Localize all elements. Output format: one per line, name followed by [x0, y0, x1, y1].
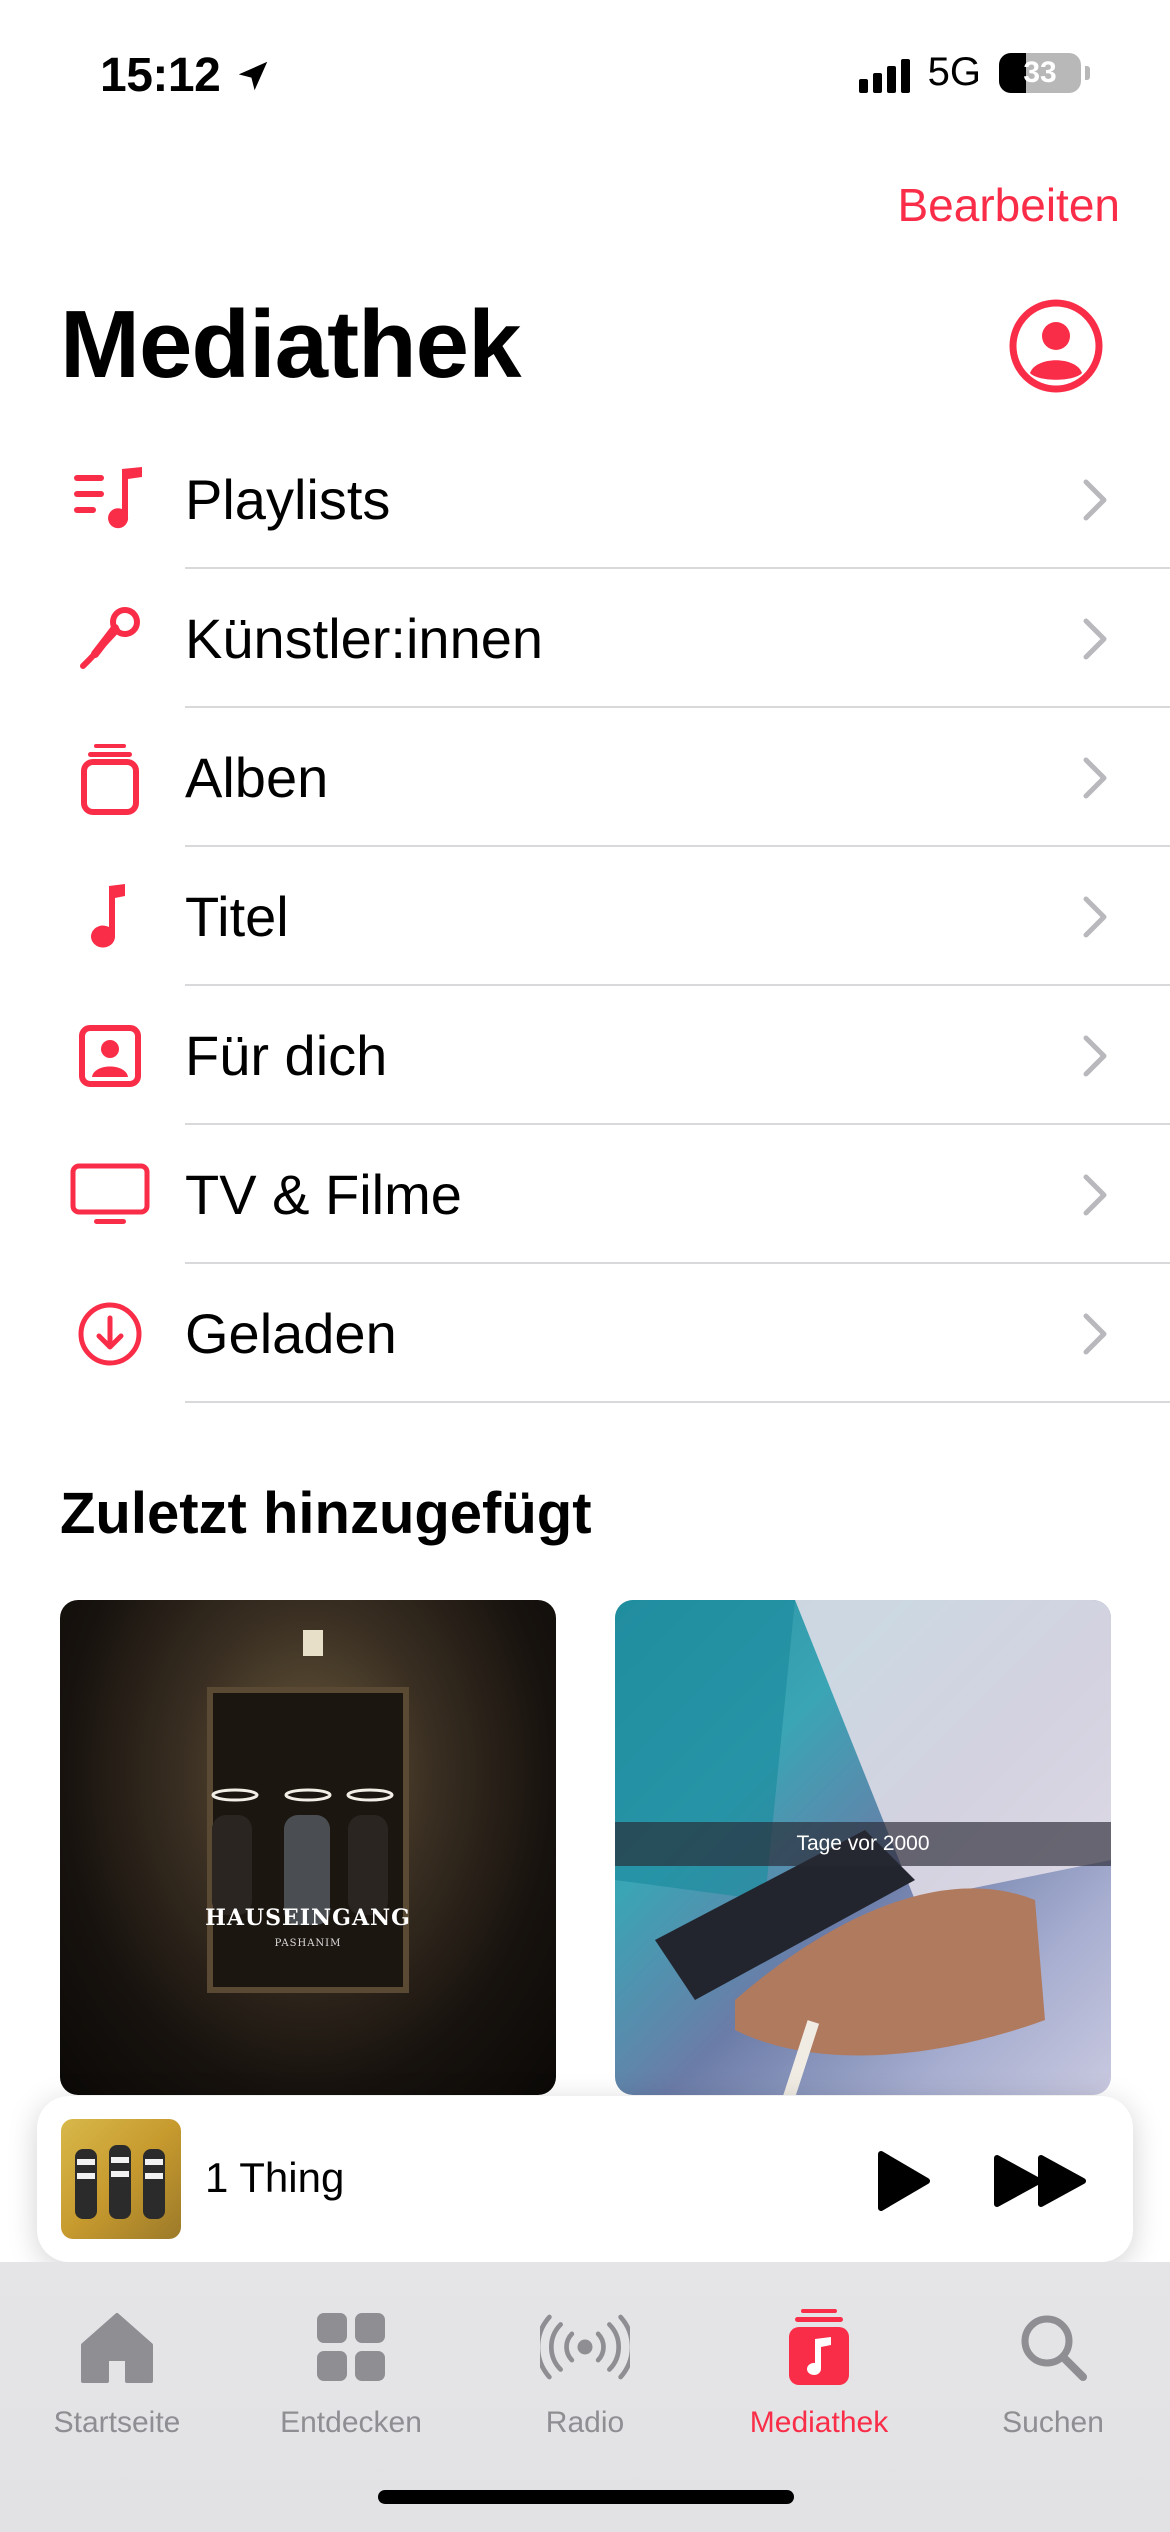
fast-forward-icon[interactable] [987, 2136, 1097, 2226]
tab-label: Radio [545, 2406, 625, 2439]
chevron-right-icon [1083, 618, 1107, 659]
person-square-icon [70, 1016, 150, 1096]
tab-label: Mediathek [749, 2406, 889, 2439]
album-cover-subtitle: PASHANIM [274, 1938, 342, 1949]
clock-text: 15:12 [100, 49, 221, 102]
status-indicators: 5G 33 [858, 50, 1090, 95]
tab-mediathek[interactable]: Mediathek [702, 2302, 936, 2440]
play-icon[interactable] [857, 2136, 947, 2226]
chevron-right-icon [1083, 896, 1107, 937]
tab-entdecken[interactable]: Entdecken [234, 2302, 468, 2440]
album-cover-tage-vor-2000[interactable]: Tage vor 2000 [615, 1600, 1111, 2095]
library-item-downloaded[interactable]: Geladen [0, 1264, 1170, 1403]
download-circle-icon [70, 1294, 150, 1374]
divider [185, 1401, 1170, 1403]
status-time: 15:12 [100, 48, 272, 103]
library-item-playlists[interactable]: Playlists [0, 430, 1170, 569]
mini-player[interactable]: 1 Thing [37, 2096, 1133, 2262]
battery-level: 33 [1023, 55, 1057, 89]
cellular-signal-icon [858, 53, 910, 93]
library-item-for-you[interactable]: Für dich [0, 986, 1170, 1125]
chevron-right-icon [1083, 479, 1107, 520]
library-item-tv-movies[interactable]: TV & Filme [0, 1125, 1170, 1264]
section-title-recently-added: Zuletzt hinzugefügt [60, 1481, 592, 1546]
tab-suchen[interactable]: Suchen [936, 2302, 1170, 2440]
page-title: Mediathek [60, 291, 521, 398]
network-type: 5G [927, 50, 981, 94]
tab-startseite[interactable]: Startseite [0, 2302, 234, 2440]
album-cover-band: Tage vor 2000 [615, 1822, 1111, 1866]
library-item-label: Für dich [185, 1024, 388, 1087]
library-item-label: Alben [185, 746, 329, 809]
home-indicator[interactable] [378, 2490, 794, 2504]
profile-icon[interactable] [1008, 298, 1104, 394]
location-arrow-icon [239, 61, 268, 90]
tab-label: Entdecken [280, 2406, 422, 2439]
microphone-icon [70, 599, 150, 679]
tab-label: Suchen [1002, 2406, 1104, 2439]
library-list: Playlists Künstler:innen Alben Titel Für… [0, 430, 1170, 1403]
playlist-icon [70, 460, 150, 540]
tv-icon [70, 1155, 150, 1235]
album-artwork [207, 1630, 409, 1993]
library-item-label: Playlists [185, 468, 391, 531]
mini-player-track-title: 1 Thing [205, 2154, 345, 2201]
battery-tip [1085, 65, 1090, 80]
chevron-right-icon [1083, 757, 1107, 798]
tab-label: Startseite [53, 2406, 181, 2439]
library-item-label: Künstler:innen [185, 607, 544, 670]
grid-icon [306, 2302, 396, 2392]
status-bar: 15:12 5G 33 [0, 0, 1170, 150]
chevron-right-icon [1083, 1313, 1107, 1354]
tab-radio[interactable]: Radio [468, 2302, 702, 2440]
library-icon [774, 2302, 864, 2392]
library-item-artists[interactable]: Künstler:innen [0, 569, 1170, 708]
library-item-albums[interactable]: Alben [0, 708, 1170, 847]
chevron-right-icon [1083, 1174, 1107, 1215]
home-icon [72, 2302, 162, 2392]
album-cover-title: HAUSEINGANG [205, 1905, 411, 1931]
chevron-right-icon [1083, 1035, 1107, 1076]
edit-button[interactable]: Bearbeiten [898, 178, 1121, 232]
search-icon [1008, 2302, 1098, 2392]
album-stack-icon [70, 738, 150, 818]
album-cover-hauseingang[interactable]: HAUSEINGANG PASHANIM [60, 1600, 556, 2095]
library-item-label: Titel [185, 885, 289, 948]
library-item-songs[interactable]: Titel [0, 847, 1170, 986]
music-note-icon [70, 877, 150, 957]
album-cover-title: Tage vor 2000 [796, 1832, 930, 1855]
library-item-label: Geladen [185, 1302, 397, 1365]
radio-waves-icon [540, 2302, 630, 2392]
mini-player-artwork [61, 2119, 181, 2239]
battery-icon: 33 [999, 52, 1081, 93]
library-item-label: TV & Filme [185, 1163, 462, 1226]
